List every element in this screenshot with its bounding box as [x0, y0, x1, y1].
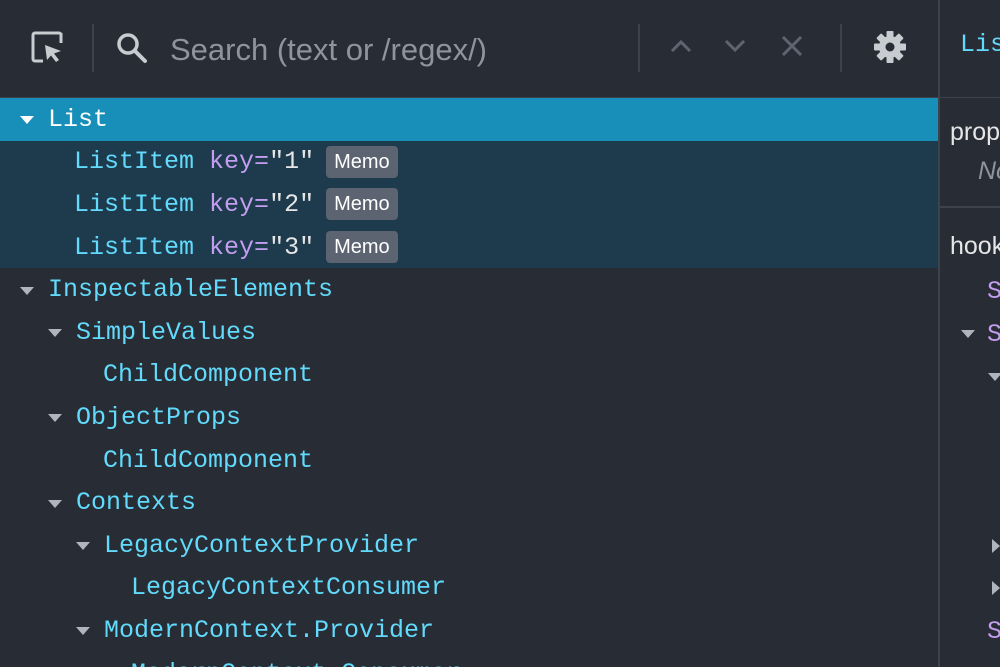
toolbar-separator [638, 24, 640, 72]
memo-badge: Memo [326, 145, 398, 178]
tree-row-modern-context-consumer[interactable]: ModernContext.Consumer [0, 652, 938, 667]
component-name: LegacyContextProvider [104, 530, 420, 560]
key-attribute-value: "1" [269, 147, 315, 177]
close-icon [780, 34, 804, 63]
expand-toggle-icon[interactable] [76, 627, 90, 636]
selected-element-pane: Lis prop No hook S S S [940, 0, 1000, 667]
hook-name[interactable]: S [987, 617, 1000, 646]
tree-row-legacy-context-consumer[interactable]: LegacyContextConsumer [0, 567, 938, 610]
tree-row-listitem[interactable]: ListItem key = "3" Memo [0, 225, 938, 269]
component-name: ListItem [74, 232, 195, 262]
tree-row-contexts[interactable]: Contexts [0, 481, 938, 524]
clear-search-button[interactable] [772, 28, 812, 68]
expand-toggle-icon[interactable] [961, 330, 975, 338]
selected-element-header: Lis [940, 0, 1000, 98]
key-attribute-value: "2" [269, 189, 315, 219]
tree-row-simple-values[interactable]: SimpleValues [0, 311, 938, 354]
tree-row-child-component[interactable]: ChildComponent [0, 439, 938, 482]
expand-toggle-icon[interactable] [48, 329, 62, 338]
expand-toggle-icon[interactable] [20, 286, 34, 295]
chevron-up-icon [669, 38, 693, 59]
tree-toolbar [0, 0, 938, 98]
expand-toggle-icon[interactable] [48, 499, 62, 508]
toolbar-separator [840, 24, 842, 72]
component-name: ListItem [74, 147, 195, 177]
tree-row-legacy-context-provider[interactable]: LegacyContextProvider [0, 524, 938, 567]
component-name: ModernContext.Consumer [131, 659, 461, 667]
component-name: ObjectProps [76, 402, 242, 432]
expand-toggle-icon[interactable] [20, 116, 34, 125]
component-name: ListItem [74, 189, 195, 219]
component-name: Contexts [76, 488, 197, 518]
props-empty-note: No [978, 157, 1000, 185]
expand-toggle-icon[interactable] [48, 414, 62, 423]
search-icon [114, 30, 150, 66]
hook-name[interactable]: S [987, 277, 1000, 306]
hook-name[interactable]: S [987, 320, 1000, 349]
next-result-button[interactable] [716, 28, 754, 68]
search-input[interactable] [164, 24, 636, 76]
chevron-down-icon [723, 38, 747, 59]
settings-button[interactable] [866, 26, 914, 72]
component-tree: List ListItem key = "1" Memo ListItem key =… [0, 98, 938, 667]
component-name: List [48, 104, 109, 134]
memo-badge: Memo [326, 231, 398, 264]
component-name: ChildComponent [103, 445, 314, 475]
component-name: SimpleValues [76, 317, 257, 347]
component-tree-pane: List ListItem key="1" Memo ListItem key=… [0, 0, 938, 667]
key-attribute-label: key [209, 232, 255, 262]
collapse-toggle-icon[interactable] [992, 539, 1000, 553]
toolbar-separator [92, 24, 94, 72]
tree-row-modern-context-provider[interactable]: ModernContext.Provider [0, 609, 938, 652]
tree-row-listitem[interactable]: ListItem key = "1" Memo [0, 140, 938, 184]
component-name: InspectableElements [48, 275, 334, 305]
tree-row-child-component[interactable]: ChildComponent [0, 354, 938, 397]
expand-toggle-icon[interactable] [76, 542, 90, 551]
hooks-section-label: hook [950, 232, 1000, 260]
component-name: LegacyContextConsumer [131, 573, 447, 603]
select-element-button[interactable] [24, 26, 70, 72]
devtools-components-panel: List ListItem key="1" Memo ListItem key=… [0, 0, 1000, 667]
props-section-label: prop [950, 118, 1000, 146]
component-name: ModernContext.Provider [104, 615, 435, 645]
key-attribute-label: key [209, 147, 255, 177]
memo-badge: Memo [326, 188, 398, 221]
previous-result-button[interactable] [662, 28, 700, 68]
section-separator [940, 206, 1000, 208]
key-attribute-value: "3" [269, 232, 315, 262]
collapse-toggle-icon[interactable] [992, 581, 1000, 595]
expand-toggle-icon[interactable] [988, 373, 1000, 381]
key-attribute-label: key [209, 189, 255, 219]
gear-icon [873, 30, 907, 69]
tree-row-listitem[interactable]: ListItem key = "2" Memo [0, 183, 938, 226]
tree-row-inspectable-elements[interactable]: InspectableElements [0, 268, 938, 311]
tree-row-object-props[interactable]: ObjectProps [0, 396, 938, 439]
component-name: ChildComponent [103, 360, 314, 390]
tree-row-list[interactable]: List [0, 98, 938, 141]
select-element-icon [29, 29, 65, 70]
selected-element-name: Lis [960, 30, 1000, 59]
